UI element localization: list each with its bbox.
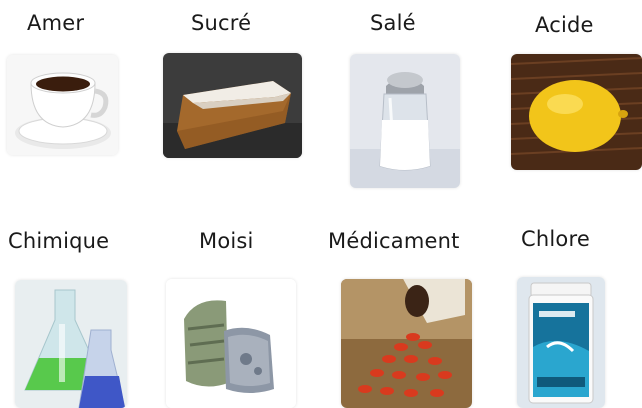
pills-bottle-image[interactable] (341, 279, 472, 408)
lab-flasks-image[interactable] (15, 280, 127, 408)
label-medicament: Médicament (328, 229, 460, 253)
cake-slice-image[interactable] (163, 53, 302, 158)
moldy-bread-image[interactable] (166, 279, 296, 408)
label-chimique: Chimique (8, 229, 110, 253)
chlorine-tub-image[interactable] (517, 277, 605, 408)
coffee-cup-image[interactable] (7, 55, 118, 155)
label-sucre: Sucré (191, 11, 252, 35)
label-chlore: Chlore (521, 227, 590, 251)
label-acide: Acide (535, 13, 594, 37)
salt-shaker-image[interactable] (350, 54, 460, 188)
lemon-image[interactable] (511, 54, 642, 170)
label-amer: Amer (27, 11, 85, 35)
label-sale: Salé (370, 11, 416, 35)
label-moisi: Moisi (199, 229, 254, 253)
